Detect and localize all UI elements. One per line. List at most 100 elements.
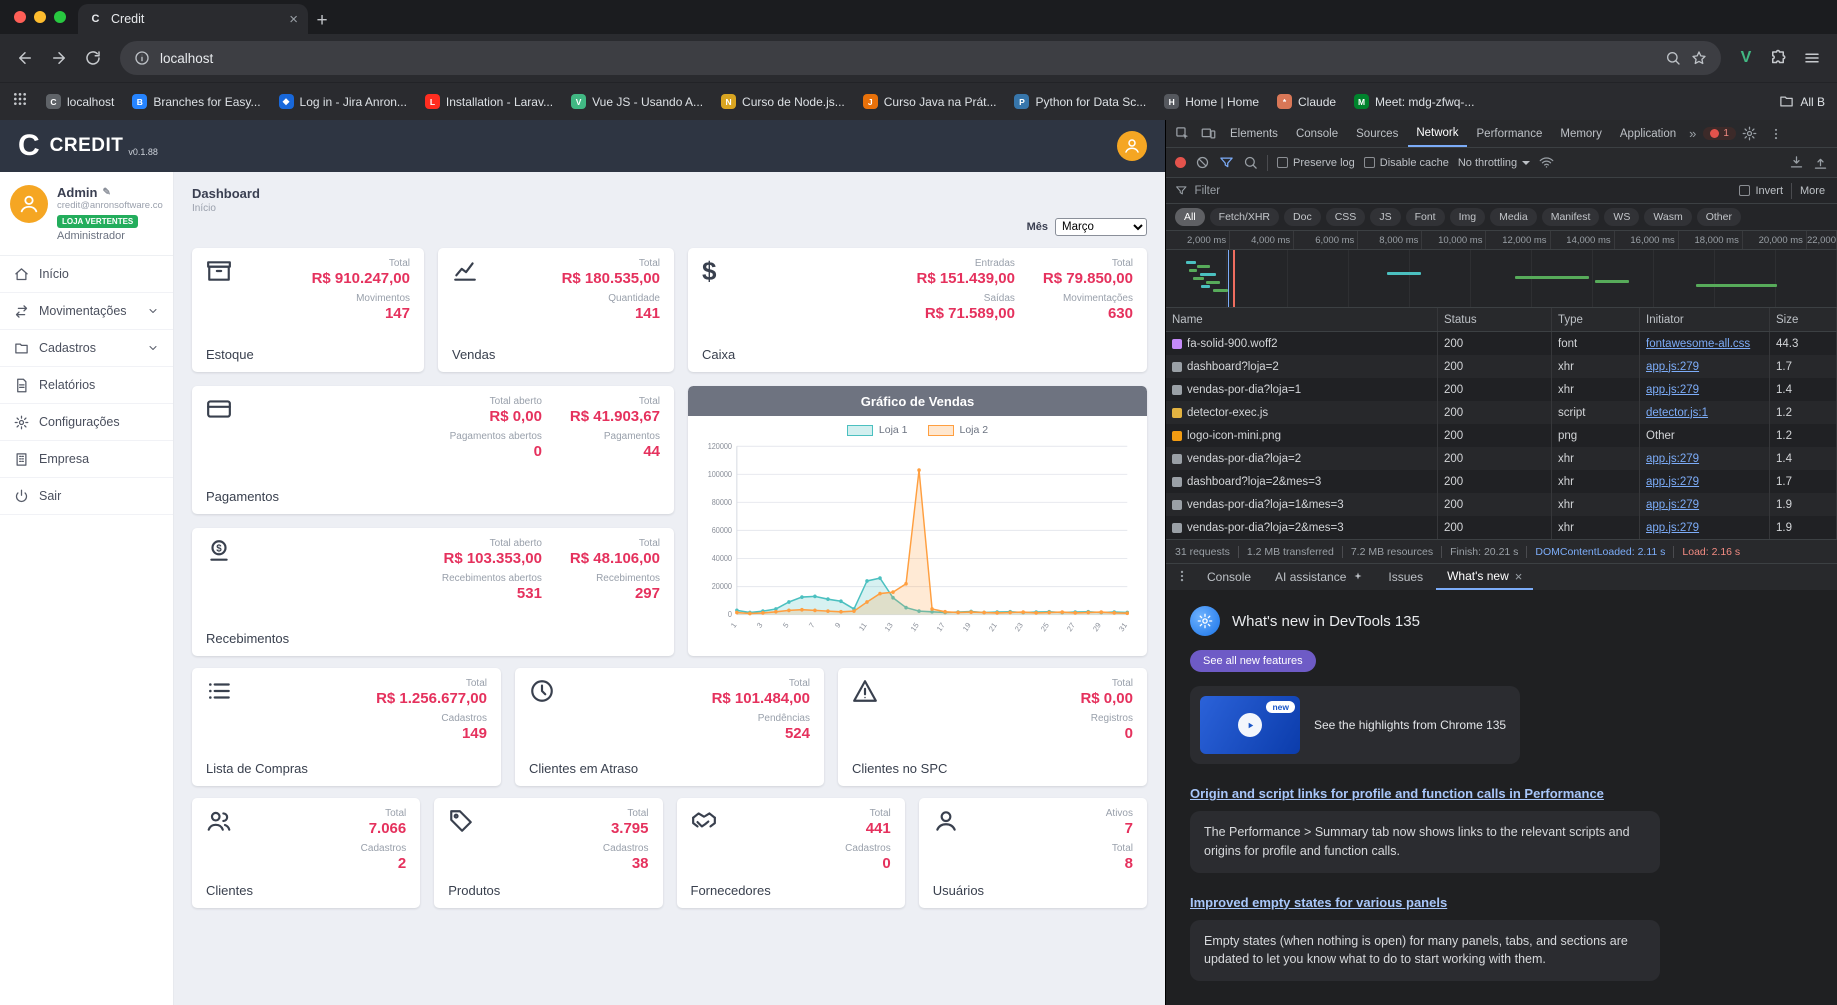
maximize-window-button[interactable]	[54, 11, 66, 23]
network-filter-chip[interactable]: Img	[1449, 208, 1486, 226]
bookmark-item[interactable]: B Branches for Easy...	[124, 91, 268, 112]
network-request-row[interactable]: logo-icon-mini.png 200 png Other 1.2	[1166, 424, 1837, 447]
bookmark-star-icon[interactable]	[1691, 50, 1707, 66]
network-filter-chip[interactable]: Other	[1696, 208, 1741, 226]
request-initiator-link[interactable]: Other	[1646, 430, 1675, 442]
forward-button[interactable]	[44, 43, 74, 73]
month-select[interactable]: Março	[1055, 218, 1147, 236]
bookmark-item[interactable]: H Home | Home	[1156, 91, 1267, 112]
drawer-menu-kebab-icon[interactable]	[1170, 569, 1194, 586]
clear-network-log-icon[interactable]	[1195, 155, 1210, 170]
network-filter-chip[interactable]: Fetch/XHR	[1209, 208, 1280, 226]
network-request-row[interactable]: dashboard?loja=2 200 xhr app.js:279 1.7	[1166, 355, 1837, 378]
network-overview[interactable]	[1166, 250, 1837, 308]
sidebar-item-movimentacoes[interactable]: Movimentações	[0, 293, 173, 330]
bookmark-item[interactable]: M Meet: mdg-zfwq-...	[1346, 91, 1482, 112]
network-search-icon[interactable]	[1243, 155, 1258, 170]
network-filter-chip[interactable]: JS	[1370, 208, 1401, 226]
highlights-card[interactable]: new See the highlights from Chrome 135	[1190, 686, 1520, 764]
bookmark-item[interactable]: ◆ Log in - Jira Anron...	[271, 91, 415, 112]
more-filters-dropdown[interactable]: More filters	[1800, 185, 1828, 197]
request-initiator-link[interactable]: app.js:279	[1646, 384, 1699, 396]
sidebar-item-empresa[interactable]: Empresa	[0, 441, 173, 478]
drawer-tab-whats-new[interactable]: What's new ×	[1436, 564, 1534, 590]
sidebar-item-configuracoes[interactable]: Configurações	[0, 404, 173, 441]
export-har-icon[interactable]	[1813, 155, 1828, 170]
bookmark-item[interactable]: L Installation - Larav...	[417, 91, 561, 112]
new-tab-button[interactable]: +	[308, 8, 336, 34]
extensions-puzzle-icon[interactable]	[1763, 43, 1793, 73]
network-filter-chip[interactable]: Doc	[1284, 208, 1321, 226]
minimize-window-button[interactable]	[34, 11, 46, 23]
invert-checkbox[interactable]: Invert	[1739, 185, 1783, 197]
devtools-tab-sources[interactable]: Sources	[1348, 120, 1406, 147]
network-filter-chip[interactable]: Wasm	[1644, 208, 1692, 226]
sidebar-item-inicio[interactable]: Início	[0, 256, 173, 293]
tab-close-icon[interactable]: ×	[289, 11, 298, 28]
bookmark-item[interactable]: V Vue JS - Usando A...	[563, 91, 711, 112]
column-header-size[interactable]: Size	[1770, 308, 1837, 331]
network-request-row[interactable]: dashboard?loja=2&mes=3 200 xhr app.js:27…	[1166, 470, 1837, 493]
filter-funnel-icon[interactable]	[1219, 155, 1234, 170]
network-request-row[interactable]: vendas-por-dia?loja=1&mes=3 200 xhr app.…	[1166, 493, 1837, 516]
close-drawer-tab-icon[interactable]: ×	[1515, 569, 1523, 584]
browser-tab[interactable]: C Credit ×	[78, 4, 308, 34]
devtools-tab-application[interactable]: Application	[1612, 120, 1684, 147]
site-info-icon[interactable]	[134, 50, 150, 66]
request-initiator-link[interactable]: app.js:279	[1646, 522, 1699, 534]
sidebar-item-relatorios[interactable]: Relatórios	[0, 367, 173, 404]
devtools-tab-performance[interactable]: Performance	[1469, 120, 1551, 147]
preserve-log-checkbox[interactable]: Preserve log	[1277, 157, 1355, 169]
devtools-settings-gear-icon[interactable]	[1738, 122, 1762, 146]
request-initiator-link[interactable]: app.js:279	[1646, 499, 1699, 511]
url-bar[interactable]: localhost	[120, 41, 1721, 75]
filter-input[interactable]	[1194, 184, 1732, 197]
legend-loja2[interactable]: Loja 2	[927, 424, 988, 436]
network-conditions-icon[interactable]	[1539, 155, 1554, 170]
throttling-dropdown[interactable]: No throttling	[1458, 157, 1531, 169]
see-all-features-button[interactable]: See all new features	[1190, 650, 1316, 672]
bookmark-item[interactable]: J Curso Java na Prát...	[855, 91, 1005, 112]
header-avatar[interactable]	[1117, 131, 1147, 161]
network-request-row[interactable]: detector-exec.js 200 script detector.js:…	[1166, 401, 1837, 424]
devtools-tab-elements[interactable]: Elements	[1222, 120, 1286, 147]
drawer-tab-issues[interactable]: Issues	[1377, 564, 1434, 590]
column-header-initiator[interactable]: Initiator	[1640, 308, 1770, 331]
request-initiator-link[interactable]: app.js:279	[1646, 361, 1699, 373]
bookmark-item[interactable]: N Curso de Node.js...	[713, 91, 853, 112]
request-initiator-link[interactable]: detector.js:1	[1646, 407, 1708, 419]
devtools-tab-network[interactable]: Network	[1408, 120, 1467, 147]
close-window-button[interactable]	[14, 11, 26, 23]
disable-cache-checkbox[interactable]: Disable cache	[1363, 157, 1449, 169]
drawer-tab-console[interactable]: Console	[1196, 564, 1262, 590]
request-initiator-link[interactable]: fontawesome-all.css	[1646, 338, 1750, 350]
reload-button[interactable]	[78, 43, 108, 73]
search-lens-icon[interactable]	[1665, 50, 1681, 66]
network-filter-chip[interactable]: Manifest	[1541, 208, 1600, 226]
network-request-row[interactable]: fa-solid-900.woff2 200 font fontawesome-…	[1166, 332, 1837, 355]
network-request-row[interactable]: vendas-por-dia?loja=1 200 xhr app.js:279…	[1166, 378, 1837, 401]
devtools-tab-memory[interactable]: Memory	[1552, 120, 1610, 147]
network-filter-chip[interactable]: CSS	[1325, 208, 1366, 226]
apps-grid-icon[interactable]	[12, 91, 28, 112]
network-filter-chip[interactable]: Media	[1490, 208, 1537, 226]
edit-pencil-icon[interactable]: ✎	[102, 187, 110, 198]
feature-link-performance[interactable]: Origin and script links for profile and …	[1190, 786, 1813, 801]
network-request-row[interactable]: vendas-por-dia?loja=2 200 xhr app.js:279…	[1166, 447, 1837, 470]
more-tabs-icon[interactable]: »	[1686, 126, 1699, 141]
bookmark-item[interactable]: C localhost	[38, 91, 122, 112]
sidebar-item-sair[interactable]: Sair	[0, 478, 173, 515]
sidebar-item-cadastros[interactable]: Cadastros	[0, 330, 173, 367]
vue-devtools-extension-icon[interactable]: V	[1733, 45, 1759, 71]
devtools-menu-kebab-icon[interactable]	[1764, 122, 1788, 146]
import-har-icon[interactable]	[1789, 155, 1804, 170]
bookmark-item[interactable]: P Python for Data Sc...	[1006, 91, 1154, 112]
legend-loja1[interactable]: Loja 1	[846, 424, 908, 436]
play-icon[interactable]	[1238, 713, 1262, 737]
network-filter-chip[interactable]: All	[1175, 208, 1205, 226]
all-bookmarks-button[interactable]: All B	[1779, 94, 1825, 109]
browser-menu-icon[interactable]	[1797, 43, 1827, 73]
back-button[interactable]	[10, 43, 40, 73]
request-initiator-link[interactable]: app.js:279	[1646, 476, 1699, 488]
error-badge[interactable]: 1	[1703, 127, 1736, 140]
